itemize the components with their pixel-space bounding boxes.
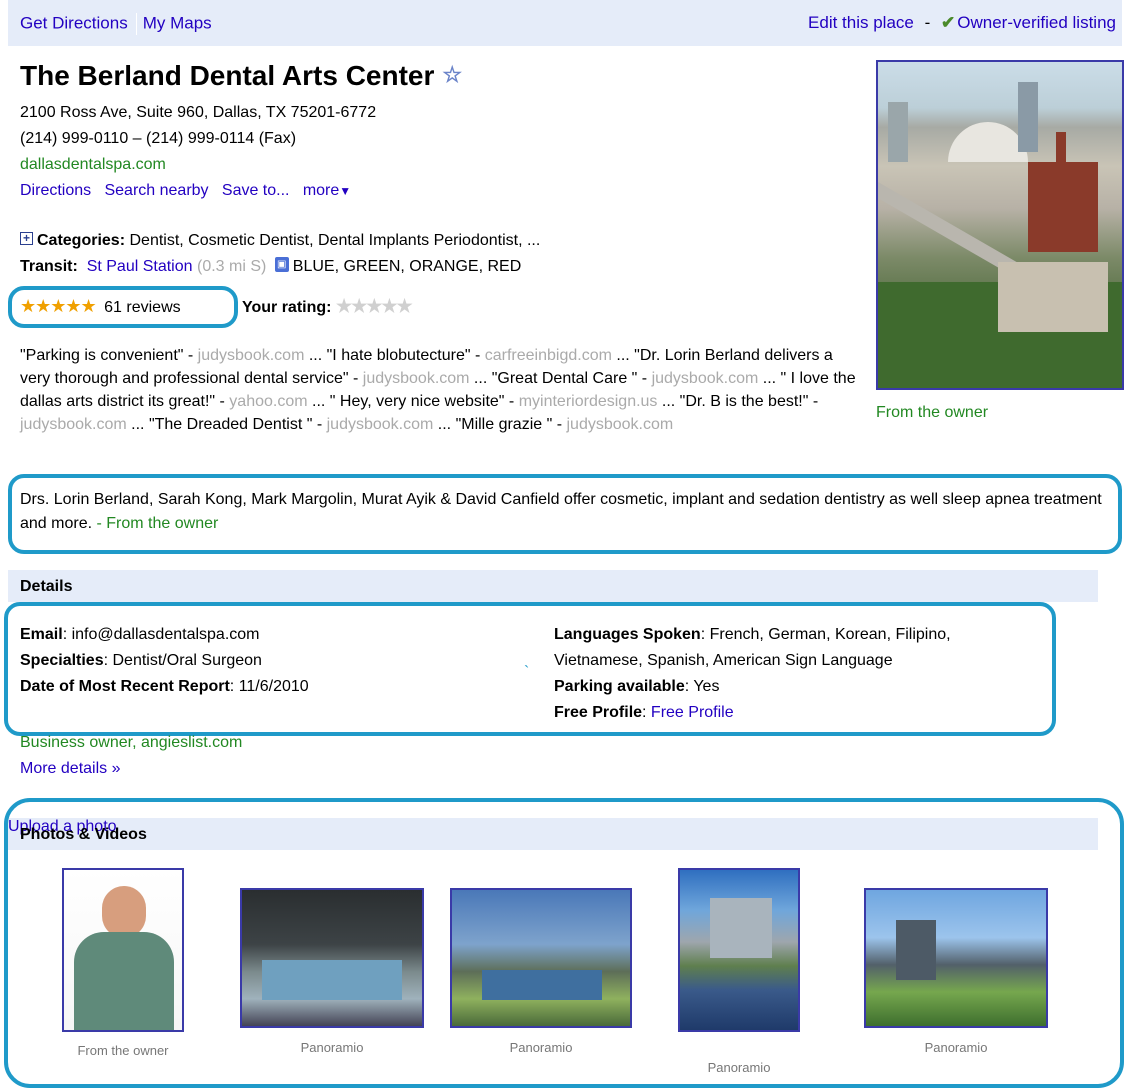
your-rating-stars-icon[interactable]: ★★★★★ [336,296,413,316]
quote-source: myinteriordesign.us [518,393,658,410]
get-directions-link[interactable]: Get Directions [20,13,128,32]
your-rating: Your rating: ★★★★★ [242,296,413,317]
quote-source: judysbook.com [326,416,434,433]
checkmark-icon: ✔ [941,13,956,32]
quote-text: "I hate blobutecture" [326,347,471,364]
place-title: The Berland Dental Arts Center ☆ [20,60,462,92]
quote-source: judysbook.com [566,416,674,433]
categories-transit: + Categories: Dentist, Cosmetic Dentist, … [20,228,540,280]
details-title: Details [20,578,73,595]
search-nearby-link[interactable]: Search nearby [104,182,208,199]
categories-value: Dentist, Cosmetic Dentist, Dental Implan… [129,232,541,249]
divider [135,13,137,35]
details-source: Business owner, angieslist.com [20,734,243,751]
owner-photo[interactable] [876,60,1124,390]
place-actions: Directions Search nearby Save to... more… [20,178,376,204]
more-dropdown[interactable]: more▼ [303,182,351,199]
place-name: The Berland Dental Arts Center [20,60,435,91]
separator: - [924,13,931,32]
highlight-details [4,602,1056,736]
quote-text: " Hey, very nice website" [329,393,505,410]
details-header: Details [8,570,1098,602]
transit-label: Transit: [20,258,78,275]
quote-source: carfreeinbigd.com [484,347,612,364]
address: 2100 Ross Ave, Suite 960, Dallas, TX 752… [20,104,377,121]
quote-source: judysbook.com [362,370,470,387]
details-footer: Business owner, angieslist.com More deta… [20,730,242,782]
phone: (214) 999-0110 – (214) 999-0114 (Fax) [20,130,297,147]
quote-text: "Great Dental Care " [491,370,638,387]
highlight-reviews [8,286,238,328]
quote-text: "The Dreaded Dentist " [148,416,313,433]
more-label: more [302,182,340,199]
quote-text: "Parking is convenient" [20,347,184,364]
quote-source: judysbook.com [197,347,305,364]
save-to-link[interactable]: Save to... [222,182,290,199]
highlight-photos [4,798,1124,1088]
highlight-description [8,474,1122,554]
transit-station-link[interactable]: St Paul Station [87,258,193,275]
review-snippets: "Parking is convenient" - judysbook.com … [20,347,856,433]
transit-lines: BLUE, GREEN, ORANGE, RED [292,258,522,275]
metro-icon: ▣ [274,257,289,273]
caret-down-icon: ▼ [339,184,352,198]
edit-place-link[interactable]: Edit this place [808,13,914,32]
my-maps-link[interactable]: My Maps [143,13,212,32]
directions-link[interactable]: Directions [20,182,91,199]
place-info: 2100 Ross Ave, Suite 960, Dallas, TX 752… [20,100,376,204]
more-details-link[interactable]: More details » [20,760,121,777]
quote-source: judysbook.com [20,416,127,433]
your-rating-label: Your rating: [242,299,332,316]
top-bar: Get Directions My Maps Edit this place - … [8,0,1122,46]
categories-label: Categories: [37,232,126,249]
website-link[interactable]: dallasdentalspa.com [20,156,166,173]
star-outline-icon[interactable]: ☆ [442,62,462,87]
expand-icon[interactable]: + [20,232,33,246]
quote-text: "Mille grazie " [455,416,553,433]
owner-photo-caption: From the owner [876,404,989,421]
quote-source: judysbook.com [651,370,759,387]
transit-distance: (0.3 mi S) [196,258,267,275]
owner-verified-link[interactable]: Owner-verified listing [957,13,1116,32]
quote-text: "Dr. B is the best!" [679,393,809,410]
quote-source: yahoo.com [229,393,308,410]
